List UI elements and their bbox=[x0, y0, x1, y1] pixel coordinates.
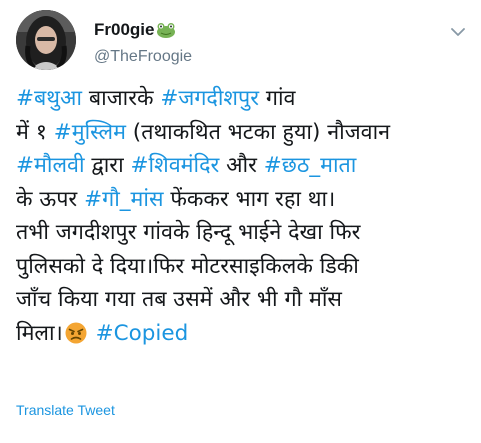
tweet-text-segment: मिला। bbox=[16, 320, 63, 346]
tweet-text-line: के ऊपर #गौ_मांस फेंककर भाग रहा था। bbox=[16, 183, 471, 217]
hashtag-link[interactable]: #Copied bbox=[96, 321, 189, 346]
display-name[interactable]: Fr00gie bbox=[94, 20, 154, 40]
tweet-text: #बथुआ बाजारके #जगदीशपुर गांव में १ #मुस्ल… bbox=[16, 82, 471, 350]
hashtag-link[interactable]: #बथुआ bbox=[16, 86, 82, 111]
angry-face-icon bbox=[65, 322, 87, 343]
tweet-card: Fr00gie @TheFroogie #बथुआ बाजारके #जगदीश… bbox=[0, 0, 481, 443]
tweet-author: Fr00gie @TheFroogie bbox=[94, 20, 192, 67]
frog-face-icon bbox=[156, 22, 176, 38]
tweet-text-line: #बथुआ बाजारके #जगदीशपुर गांव bbox=[16, 82, 471, 116]
hashtag-link[interactable]: #मुस्लिम bbox=[54, 120, 126, 145]
tweet-text-segment: द्वारा bbox=[84, 153, 131, 178]
tweet-text-segment: के ऊपर bbox=[16, 186, 85, 212]
tweet-text-line: में १ #मुस्लिम (तथाकथित भटका हुया) नौजवा… bbox=[16, 116, 471, 150]
translate-tweet-link[interactable]: Translate Tweet bbox=[16, 402, 115, 418]
tweet-text-segment: फेंककर भाग रहा था। bbox=[163, 186, 336, 212]
tweet-text-segment: में १ bbox=[16, 119, 54, 145]
tweet-text-segment: बाजारके bbox=[82, 86, 161, 111]
tweet-text-segment: पुलिसको दे दिया।फिर मोटरसाइकिलके डिकी bbox=[16, 253, 359, 279]
user-handle[interactable]: @TheFroogie bbox=[94, 47, 192, 67]
display-name-row[interactable]: Fr00gie bbox=[94, 20, 192, 40]
hashtag-link[interactable]: #जगदीशपुर bbox=[160, 86, 259, 111]
tweet-text-line: पुलिसको दे दिया।फिर मोटरसाइकिलके डिकी bbox=[16, 250, 471, 284]
tweet-text-line: तभी जगदीशपुर गांवके हिन्दू भाईने देखा फि… bbox=[16, 216, 471, 250]
tweet-text-segment: (तथाकथित भटका हुया) नौजवान bbox=[125, 119, 391, 145]
tweet-text-line: #मौलवी द्वारा #शिवमंदिर और #छठ_माता bbox=[16, 149, 471, 183]
tweet-text-segment: गांव bbox=[259, 86, 296, 111]
tweet-text-segment: तभी जगदीशपुर गांवके हिन्दू भाईने देखा फि… bbox=[16, 220, 361, 245]
chevron-down-icon[interactable] bbox=[451, 22, 465, 36]
tweet-text-line: मिला। #Copied bbox=[16, 317, 471, 351]
tweet-text-segment: जाँच किया गया तब उसमें और भी गौ माँस bbox=[16, 287, 342, 312]
avatar-image bbox=[16, 10, 76, 70]
hashtag-link[interactable]: #छठ_माता bbox=[264, 153, 357, 178]
tweet-text-line: जाँच किया गया तब उसमें और भी गौ माँस bbox=[16, 283, 471, 317]
hashtag-link[interactable]: #मौलवी bbox=[16, 153, 85, 178]
avatar[interactable] bbox=[16, 10, 76, 70]
tweet-text-segment: और bbox=[219, 153, 264, 178]
hashtag-link[interactable]: #गौ_मांस bbox=[84, 187, 163, 212]
hashtag-link[interactable]: #शिवमंदिर bbox=[131, 153, 220, 178]
